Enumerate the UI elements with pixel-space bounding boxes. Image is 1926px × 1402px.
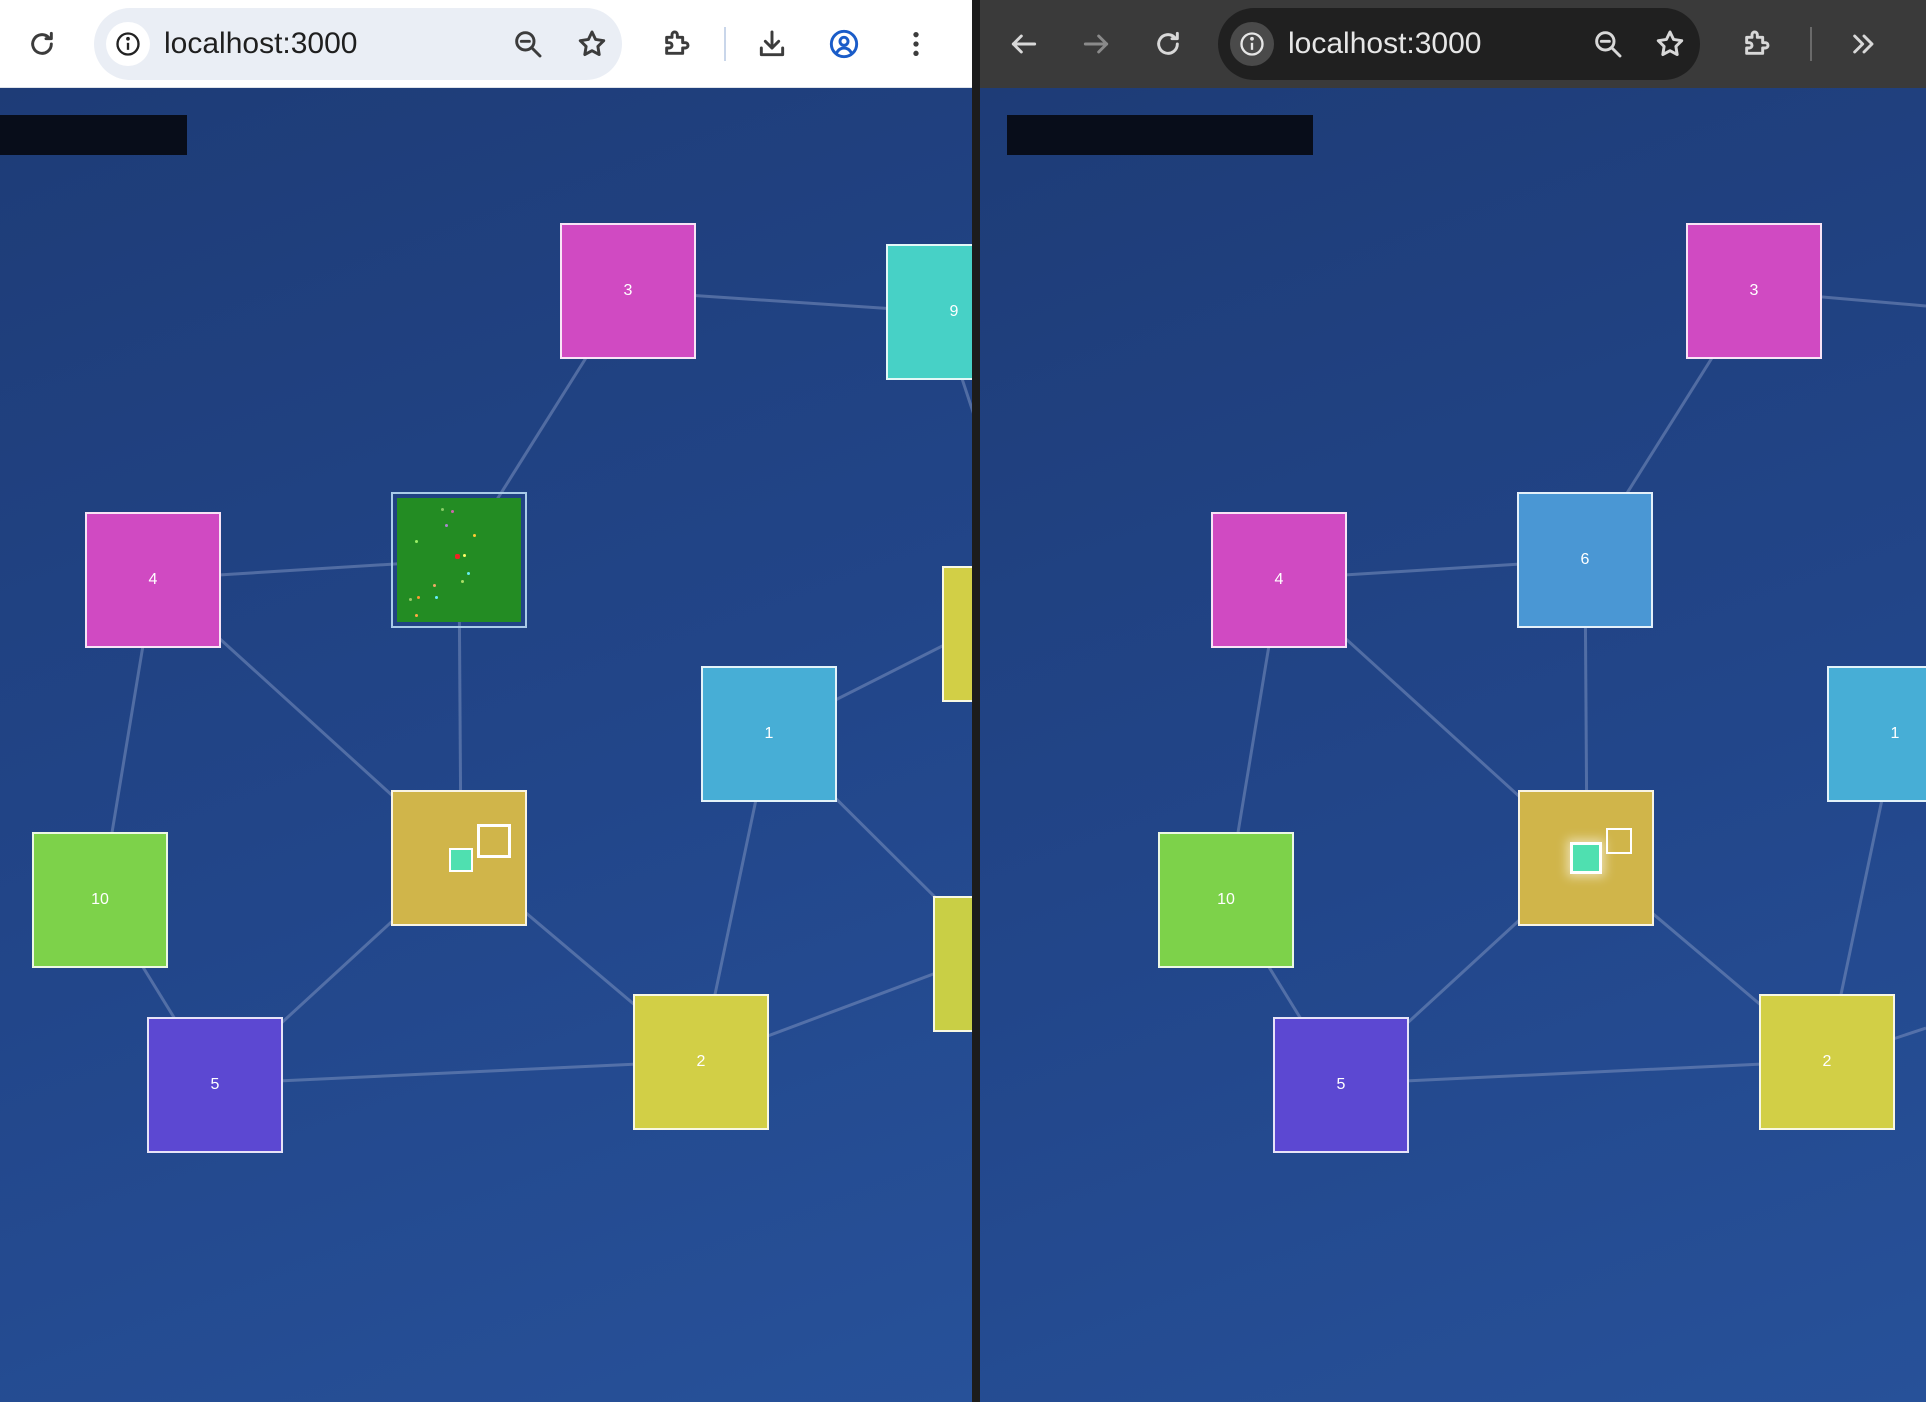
game-particle xyxy=(467,572,470,575)
graph-node[interactable]: 1 xyxy=(701,666,837,802)
game-particle xyxy=(463,554,466,557)
node-label: 4 xyxy=(148,571,158,588)
game-field xyxy=(397,498,521,622)
bookmark-star-icon[interactable] xyxy=(1650,24,1690,64)
game-particle xyxy=(417,596,420,599)
game-particle xyxy=(433,584,436,587)
game-particle xyxy=(445,524,448,527)
node-label: 4 xyxy=(1274,571,1284,588)
forward-icon[interactable] xyxy=(1076,24,1116,64)
extensions-icon[interactable] xyxy=(656,24,696,64)
graph-node[interactable]: 2 xyxy=(1759,994,1895,1130)
graph-node[interactable]: 2 xyxy=(633,994,769,1130)
toolbar-separator xyxy=(724,26,726,61)
zoom-out-icon[interactable] xyxy=(508,24,548,64)
node-label: 2 xyxy=(1822,1053,1832,1070)
web-page-viewport[interactable]: 3 4 6 1 10 5 2 xyxy=(980,88,1926,1402)
overflow-icon[interactable] xyxy=(1844,24,1884,64)
mini-square-cyan xyxy=(449,848,473,872)
web-page-viewport[interactable]: 3 9 4 1 10 5 2 xyxy=(0,88,972,1402)
graph-node[interactable]: 3 xyxy=(560,223,696,359)
site-info-icon[interactable] xyxy=(1230,22,1274,66)
game-particle xyxy=(435,596,438,599)
graph-node[interactable]: 10 xyxy=(32,832,168,968)
node-label: 1 xyxy=(764,725,774,742)
graph-node[interactable] xyxy=(933,896,972,1032)
game-particle xyxy=(451,510,454,513)
right-browser-window: localhost:3000 3 4 6 1 10 5 2 xyxy=(980,0,1926,1402)
bookmark-star-icon[interactable] xyxy=(572,24,612,64)
back-icon[interactable] xyxy=(1004,24,1044,64)
url-text[interactable]: localhost:3000 xyxy=(1288,27,1588,61)
reload-icon[interactable] xyxy=(22,24,62,64)
node-label: 5 xyxy=(1336,1076,1346,1093)
graph-node[interactable]: 5 xyxy=(1273,1017,1409,1153)
graph-node[interactable]: 10 xyxy=(1158,832,1294,968)
selected-graph-node[interactable] xyxy=(391,790,527,926)
node-label: 9 xyxy=(949,303,959,320)
game-particle xyxy=(461,580,464,583)
selected-graph-node[interactable] xyxy=(1518,790,1654,926)
node-label: 10 xyxy=(91,891,109,908)
game-particle xyxy=(441,508,444,511)
graph-node[interactable]: 4 xyxy=(85,512,221,648)
graph-node[interactable]: 9 xyxy=(886,244,972,380)
extensions-icon[interactable] xyxy=(1736,24,1776,64)
node-label: 5 xyxy=(210,1076,220,1093)
game-player xyxy=(455,554,460,559)
zoom-out-icon[interactable] xyxy=(1588,24,1628,64)
window-divider xyxy=(972,0,980,1402)
graph-node[interactable]: 5 xyxy=(147,1017,283,1153)
graph-node[interactable]: 6 xyxy=(1517,492,1653,628)
node-label: 3 xyxy=(623,282,633,299)
url-text[interactable]: localhost:3000 xyxy=(164,27,508,61)
site-info-icon[interactable] xyxy=(106,21,150,66)
node-label: 2 xyxy=(696,1053,706,1070)
mini-square-outline xyxy=(477,824,511,858)
node-label: 1 xyxy=(1890,725,1900,742)
game-particle xyxy=(415,614,418,617)
mini-square-outline xyxy=(1606,828,1632,854)
toolbar-separator xyxy=(1810,27,1812,61)
address-bar[interactable]: localhost:3000 xyxy=(94,7,622,80)
menu-icon[interactable] xyxy=(896,24,936,64)
game-preview-node[interactable] xyxy=(391,492,527,628)
node-label: 3 xyxy=(1749,282,1759,299)
node-label: 10 xyxy=(1217,891,1235,908)
download-icon[interactable] xyxy=(752,24,792,64)
left-browser-window: localhost:3000 3 9 4 1 10 5 2 xyxy=(0,0,972,1402)
address-bar[interactable]: localhost:3000 xyxy=(1218,8,1700,80)
graph-node[interactable] xyxy=(942,566,972,702)
browser-toolbar: localhost:3000 xyxy=(980,0,1926,88)
profile-icon[interactable] xyxy=(824,24,864,64)
mini-square-cyan xyxy=(1570,842,1602,874)
graph-node[interactable]: 3 xyxy=(1686,223,1822,359)
browser-toolbar: localhost:3000 xyxy=(0,0,972,88)
node-label: 6 xyxy=(1580,551,1590,568)
reload-icon[interactable] xyxy=(1148,24,1188,64)
graph-node[interactable]: 1 xyxy=(1827,666,1926,802)
graph-node[interactable]: 4 xyxy=(1211,512,1347,648)
game-particle xyxy=(415,540,418,543)
game-particle xyxy=(473,534,476,537)
game-particle xyxy=(409,598,412,601)
